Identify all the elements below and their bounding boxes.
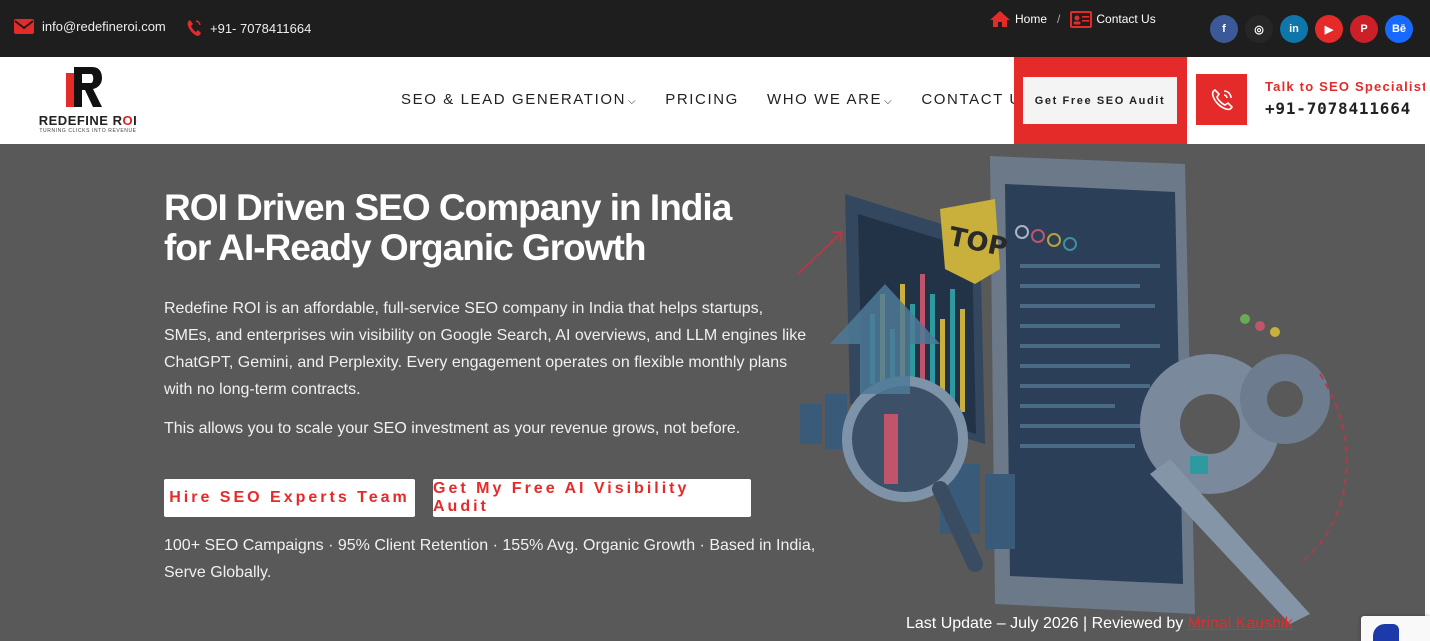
instagram-icon[interactable]: ◎ (1245, 15, 1273, 43)
email-text: info@redefineroi.com (42, 19, 166, 34)
breadcrumb-separator: / (1057, 12, 1061, 26)
hire-seo-experts-button[interactable]: Hire SEO Experts Team (164, 479, 415, 517)
main-nav: SEO & LEAD GENERATION ⌵ PRICING WHO WE A… (401, 91, 1033, 108)
linkedin-icon[interactable]: in (1280, 15, 1308, 43)
chevron-down-icon: ⌵ (628, 95, 638, 107)
breadcrumb-home[interactable]: Home (989, 10, 1047, 28)
hero-title: ROI Driven SEO Company in India for AI-R… (164, 187, 732, 268)
phone-ringing-icon (1211, 88, 1233, 110)
hero-note: This allows you to scale your SEO invest… (164, 420, 741, 437)
cta-container: Get Free SEO Audit (1014, 57, 1187, 144)
talk-specialist-label: Talk to SEO Specialist (1265, 79, 1428, 94)
breadcrumb-home-label: Home (1015, 12, 1048, 26)
last-update-text: Last Update – July 2026 | Reviewed by (906, 615, 1188, 632)
pinterest-icon[interactable]: P (1350, 15, 1378, 43)
behance-icon[interactable]: Bē (1385, 15, 1413, 43)
hero-description: Redefine ROI is an affordable, full-serv… (164, 300, 807, 398)
logo[interactable]: REDEFINE ROI TURNING CLICKS INTO REVENUE (28, 65, 148, 137)
page-scrollbar[interactable] (1425, 57, 1430, 641)
logo-mark-icon (66, 67, 102, 107)
hero-section: TOP ROI Driven SEO Company in India for … (0, 144, 1425, 641)
last-update: Last Update – July 2026 | Reviewed by Mr… (906, 615, 1293, 633)
home-icon (990, 11, 1010, 27)
phone-link[interactable]: +91- 7078411664 (186, 19, 311, 37)
hero-stats: 100+ SEO Campaigns · 95% Client Retentio… (164, 537, 816, 581)
phone-icon (187, 20, 201, 36)
recaptcha-icon (1373, 624, 1399, 641)
phone-text: +91- 7078411664 (210, 20, 312, 36)
chevron-down-icon: ⌵ (884, 95, 894, 107)
nav-seo-lead-generation[interactable]: SEO & LEAD GENERATION ⌵ (401, 91, 637, 108)
breadcrumb-contact-label: Contact Us (1096, 12, 1156, 26)
nav-who-we-are[interactable]: WHO WE ARE ⌵ (767, 91, 893, 108)
seo-illustration: TOP (797, 156, 1348, 624)
free-seo-audit-button[interactable]: Get Free SEO Audit (1023, 77, 1177, 124)
breadcrumb-contact[interactable]: Contact Us (1070, 10, 1156, 28)
top-bar: info@redefineroi.com +91- 7078411664 Hom… (0, 0, 1430, 57)
call-button[interactable] (1196, 74, 1247, 125)
facebook-icon[interactable]: f (1210, 15, 1238, 43)
talk-specialist-phone[interactable]: +91-7078411664 (1265, 99, 1411, 118)
logo-text: REDEFINE ROI (38, 113, 138, 128)
youtube-icon[interactable]: ▶ (1315, 15, 1343, 43)
free-ai-visibility-audit-button[interactable]: Get My Free AI Visibility Audit (433, 479, 751, 517)
recaptcha-badge[interactable] (1361, 616, 1430, 641)
nav-pricing[interactable]: PRICING (665, 91, 739, 108)
nav-pricing-label: PRICING (665, 91, 739, 108)
site-header: REDEFINE ROI TURNING CLICKS INTO REVENUE… (0, 57, 1428, 144)
envelope-icon (14, 19, 34, 34)
email-link[interactable]: info@redefineroi.com (14, 19, 166, 34)
social-links: f ◎ in ▶ P Bē (1210, 15, 1413, 43)
logo-tagline: TURNING CLICKS INTO REVENUE (39, 128, 137, 134)
reviewer-link[interactable]: Mrinal Kaushik (1188, 615, 1293, 632)
breadcrumb: Home / Contact Us (989, 10, 1156, 28)
contact-card-icon (1070, 10, 1093, 28)
nav-who-label: WHO WE ARE (766, 91, 883, 108)
nav-seo-label: SEO & LEAD GENERATION (401, 91, 627, 108)
